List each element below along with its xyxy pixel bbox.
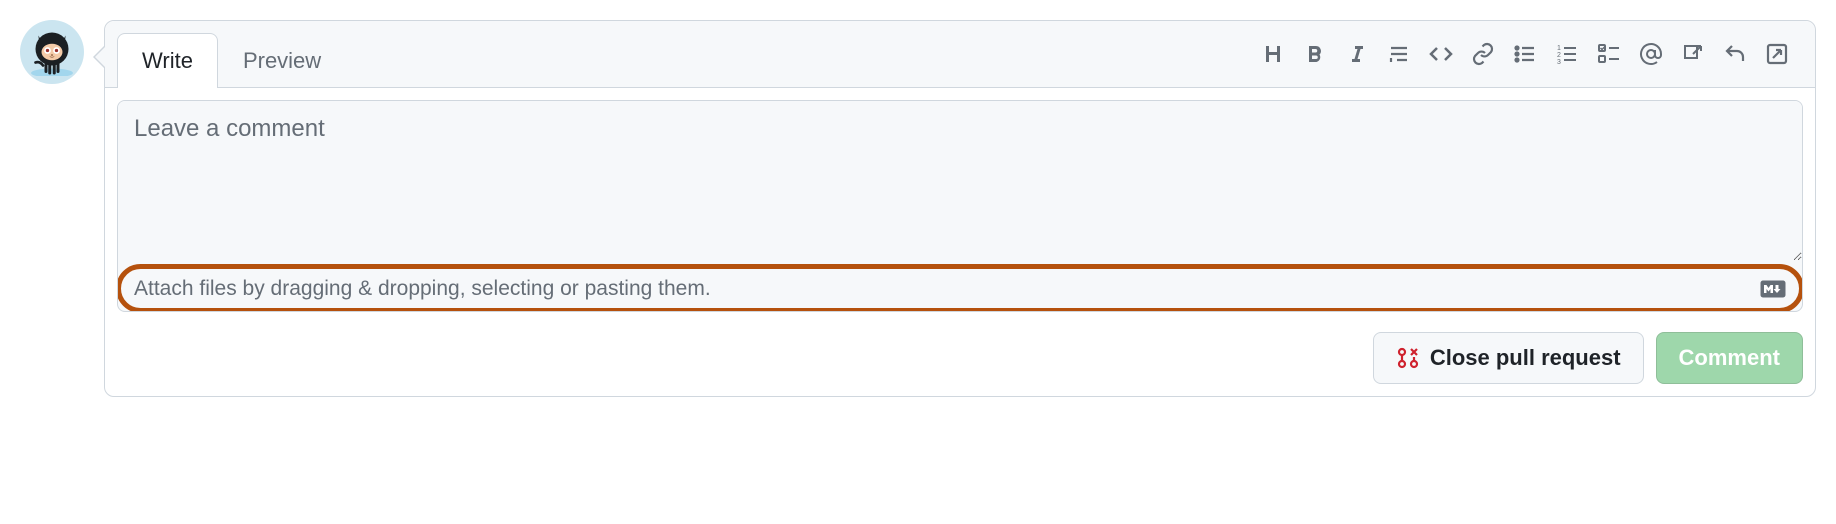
tab-bar: Write Preview: [105, 21, 1815, 88]
bold-button[interactable]: [1297, 36, 1333, 72]
link-button[interactable]: [1465, 36, 1501, 72]
comment-box: Write Preview: [104, 20, 1816, 397]
task-list-button[interactable]: [1591, 36, 1627, 72]
svg-text:3: 3: [1557, 59, 1561, 66]
avatar[interactable]: [20, 20, 84, 84]
ordered-list-icon: 123: [1555, 42, 1579, 66]
bold-icon: [1303, 42, 1327, 66]
markdown-supported-icon[interactable]: [1760, 280, 1786, 298]
comment-button[interactable]: Comment: [1656, 332, 1803, 384]
cross-reference-icon: [1681, 42, 1705, 66]
footer-actions: Close pull request Comment: [105, 324, 1815, 396]
comment-textarea[interactable]: [118, 101, 1802, 261]
ordered-list-button[interactable]: 123: [1549, 36, 1585, 72]
code-icon: [1429, 42, 1453, 66]
task-list-icon: [1597, 42, 1621, 66]
fullscreen-icon: [1765, 42, 1789, 66]
reply-button[interactable]: [1717, 36, 1753, 72]
close-pull-request-button[interactable]: Close pull request: [1373, 332, 1644, 384]
quote-icon: [1387, 42, 1411, 66]
close-pull-request-label: Close pull request: [1430, 345, 1621, 371]
unordered-list-icon: [1513, 42, 1537, 66]
unordered-list-button[interactable]: [1507, 36, 1543, 72]
comment-button-label: Comment: [1679, 345, 1780, 371]
heading-button[interactable]: [1255, 36, 1291, 72]
attach-files-text: Attach files by dragging & dropping, sel…: [134, 277, 711, 301]
tab-preview[interactable]: Preview: [218, 33, 346, 88]
attach-files-bar[interactable]: Attach files by dragging & dropping, sel…: [118, 266, 1802, 311]
mention-icon: [1639, 42, 1663, 66]
reference-button[interactable]: [1675, 36, 1711, 72]
code-button[interactable]: [1423, 36, 1459, 72]
italic-button[interactable]: [1339, 36, 1375, 72]
quote-button[interactable]: [1381, 36, 1417, 72]
octocat-icon: [28, 28, 76, 76]
italic-icon: [1345, 42, 1369, 66]
git-pull-request-closed-icon: [1396, 346, 1420, 370]
svg-text:1: 1: [1557, 45, 1561, 52]
reply-icon: [1723, 42, 1747, 66]
fullscreen-button[interactable]: [1759, 36, 1795, 72]
link-icon: [1471, 42, 1495, 66]
tab-write[interactable]: Write: [117, 33, 218, 88]
mention-button[interactable]: [1633, 36, 1669, 72]
heading-icon: [1261, 42, 1285, 66]
toolbar: 123: [1255, 36, 1803, 72]
svg-text:2: 2: [1557, 52, 1561, 59]
